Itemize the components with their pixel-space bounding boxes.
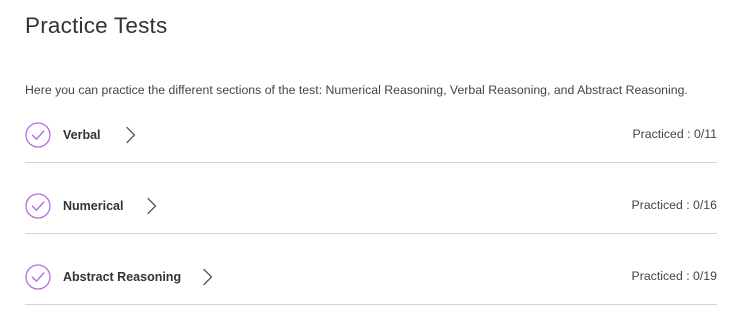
section-row-numerical[interactable]: Numerical Practiced : 0/16 [25, 184, 717, 234]
chevron-right-icon[interactable] [146, 197, 158, 215]
check-circle-icon [25, 193, 51, 219]
practiced-count: Practiced : 0/11 [632, 127, 717, 141]
section-row-verbal[interactable]: Verbal Practiced : 0/11 [25, 113, 717, 163]
section-name: Numerical [63, 199, 124, 213]
practiced-count: Practiced : 0/16 [631, 198, 717, 212]
check-circle-icon [25, 122, 51, 148]
check-circle-icon [25, 264, 51, 290]
section-row-abstract-reasoning[interactable]: Abstract Reasoning Practiced : 0/19 [25, 255, 717, 305]
intro-text: Here you can practice the different sect… [25, 83, 688, 97]
chevron-right-icon[interactable] [125, 126, 137, 144]
page-title: Practice Tests [25, 13, 168, 38]
section-list: Verbal Practiced : 0/11 Numerical Practi… [25, 113, 717, 305]
practice-tests-page: Practice Tests Here you can practice the… [0, 0, 745, 319]
chevron-right-icon[interactable] [202, 268, 214, 286]
practiced-count: Practiced : 0/19 [631, 269, 717, 283]
section-name: Abstract Reasoning [63, 270, 182, 284]
section-name: Verbal [63, 128, 101, 142]
